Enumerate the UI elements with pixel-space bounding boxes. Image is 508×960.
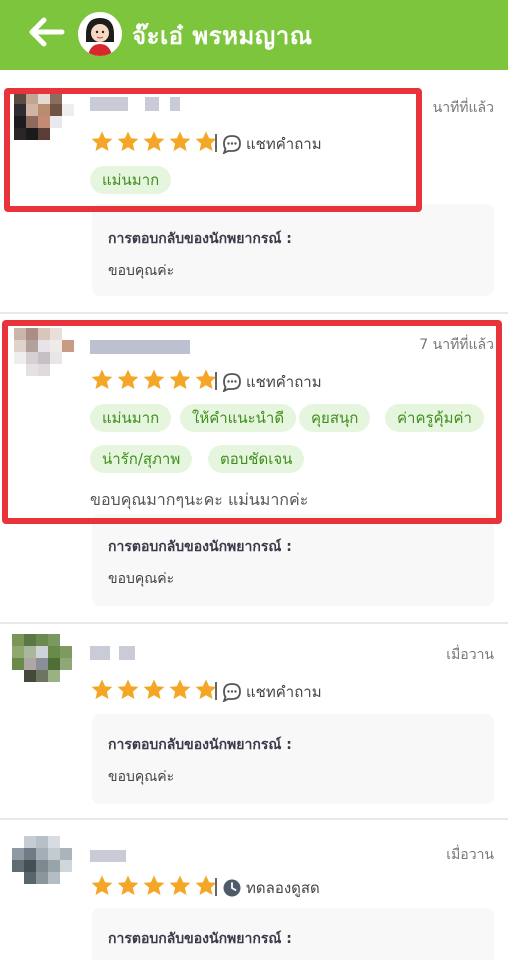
reply-box: การตอบกลับของนักพยากรณ์ : ขอบคุณค่ะ: [92, 204, 494, 296]
star-icon: [143, 679, 165, 699]
separator: [215, 878, 217, 896]
review-item: เมื่อวาน ทดลองดูสด การตอบกลับของนักพยากร…: [0, 820, 508, 960]
clock-icon: [223, 879, 241, 897]
review-time: นาทีที่แล้ว: [432, 100, 494, 116]
reply-box: การตอบกลับของนักพยากรณ์ :: [92, 908, 494, 960]
reviewer-name-blurred: [90, 646, 135, 660]
review-channel: แชทคำถาม: [222, 680, 322, 704]
reviewer-name-blurred: [90, 850, 126, 864]
star-icon: [117, 679, 139, 699]
reply-text: ขอบคุณค่ะ: [108, 769, 175, 785]
review-time: เมื่อวาน: [446, 847, 494, 863]
reply-title: การตอบกลับของนักพยากรณ์ :: [108, 231, 292, 247]
reply-title: การตอบกลับของนักพยากรณ์ :: [108, 539, 292, 555]
app-header: จ๊ะเอ๋ พรหมญาณ: [0, 0, 508, 70]
reviewer-avatar: [12, 836, 72, 896]
reply-box: การตอบกลับของนักพยากรณ์ : ขอบคุณค่ะ: [92, 514, 494, 606]
review-time: เมื่อวาน: [446, 647, 494, 663]
fortune-teller-avatar: [78, 12, 122, 56]
highlight-box: [2, 320, 502, 524]
reply-title: การตอบกลับของนักพยากรณ์ :: [108, 737, 292, 753]
review-item: เมื่อวาน แชทคำถาม การตอบกลับของนักพยากรณ…: [0, 624, 508, 820]
reviewer-avatar: [12, 634, 72, 694]
highlight-box: [4, 88, 422, 212]
star-icon: [91, 875, 113, 895]
page-title: จ๊ะเอ๋ พรหมญาณ: [132, 22, 313, 50]
review-channel: ทดลองดูสด: [222, 876, 320, 900]
star-icon: [91, 679, 113, 699]
rating-stars: [90, 678, 218, 702]
reply-title: การตอบกลับของนักพยากรณ์ :: [108, 931, 292, 947]
review-channel-label: แชทคำถาม: [246, 683, 322, 701]
reply-text: ขอบคุณค่ะ: [108, 263, 175, 279]
reply-text: ขอบคุณค่ะ: [108, 571, 175, 587]
star-icon: [143, 875, 165, 895]
star-icon: [117, 875, 139, 895]
arrow-left-icon[interactable]: [26, 14, 66, 50]
separator: [215, 682, 217, 700]
reply-box: การตอบกลับของนักพยากรณ์ : ขอบคุณค่ะ: [92, 714, 494, 804]
rating-stars: [90, 874, 218, 898]
chat-bubble-icon: [222, 683, 241, 702]
star-icon: [169, 679, 191, 699]
review-channel-label: ทดลองดูสด: [246, 879, 320, 897]
star-icon: [169, 875, 191, 895]
